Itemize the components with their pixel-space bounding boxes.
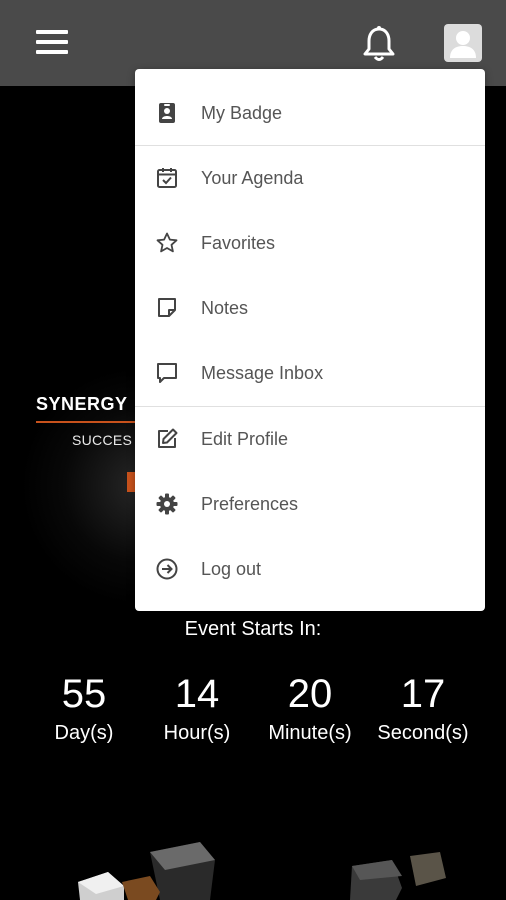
- menu-item-label: Your Agenda: [201, 167, 304, 188]
- countdown-value: 17: [400, 672, 446, 716]
- menu-item-edit-profile[interactable]: Edit Profile: [135, 407, 485, 471]
- star-icon: [155, 231, 179, 255]
- countdown-unit: Hour(s): [163, 722, 231, 744]
- countdown-title: Event Starts In:: [184, 618, 322, 640]
- countdown-value: 20: [287, 672, 333, 716]
- menu-item-label: Log out: [201, 558, 262, 579]
- menu-item-label: Edit Profile: [201, 428, 289, 449]
- message-icon: [155, 361, 179, 385]
- badge-icon: [155, 101, 179, 125]
- menu-item-favorites[interactable]: Favorites: [135, 211, 485, 275]
- countdown-unit: Second(s): [377, 722, 469, 744]
- edit-icon: [155, 427, 179, 451]
- user-dropdown-menu: My Badge Your Agenda Favorites Notes Mes…: [135, 69, 485, 611]
- decorative-cubes: [78, 842, 446, 900]
- countdown-value: 55: [61, 672, 107, 716]
- menu-item-label: Preferences: [201, 493, 299, 514]
- brand-title: SYNERGY: [36, 394, 128, 414]
- brand-underline: [36, 421, 146, 423]
- menu-item-label: Notes: [201, 297, 249, 318]
- bell-icon[interactable]: [360, 24, 398, 64]
- countdown-minutes: 20 Minute(s): [250, 672, 370, 745]
- logout-icon: [155, 557, 179, 581]
- countdown-seconds: 17 Second(s): [363, 672, 483, 745]
- menu-item-log-out[interactable]: Log out: [135, 537, 485, 601]
- countdown-unit: Day(s): [54, 722, 114, 744]
- calendar-check-icon: [155, 166, 179, 190]
- menu-item-label: Message Inbox: [201, 362, 324, 383]
- menu-item-label: My Badge: [201, 102, 283, 123]
- menu-item-notes[interactable]: Notes: [135, 276, 485, 340]
- countdown-unit: Minute(s): [268, 722, 352, 744]
- user-avatar-icon[interactable]: [444, 24, 482, 62]
- gear-icon: [155, 492, 179, 516]
- menu-item-label: Favorites: [201, 232, 276, 253]
- menu-item-message-inbox[interactable]: Message Inbox: [135, 341, 485, 405]
- brand-tagline: SUCCES: [72, 432, 133, 448]
- countdown-value: 14: [174, 672, 220, 716]
- menu-item-preferences[interactable]: Preferences: [135, 472, 485, 536]
- note-icon: [155, 296, 179, 320]
- menu-item-your-agenda[interactable]: Your Agenda: [135, 146, 485, 210]
- countdown-hours: 14 Hour(s): [137, 672, 257, 745]
- menu-item-my-badge[interactable]: My Badge: [135, 81, 485, 145]
- hamburger-menu-icon[interactable]: [36, 28, 68, 60]
- countdown-days: 55 Day(s): [24, 672, 144, 745]
